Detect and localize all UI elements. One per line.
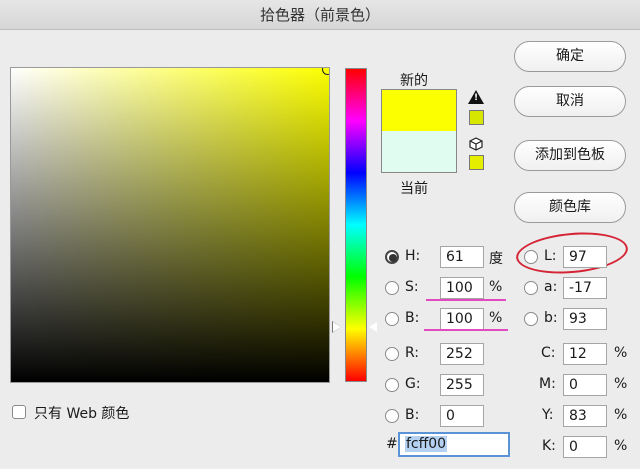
- hue-slider[interactable]: [345, 68, 367, 382]
- k-label: K:: [542, 438, 556, 454]
- g-radio[interactable]: [385, 378, 399, 392]
- lab-b-input[interactable]: 93: [563, 308, 607, 330]
- a-radio[interactable]: [524, 281, 538, 295]
- r-label: R:: [405, 345, 420, 361]
- g-input[interactable]: 255: [440, 374, 484, 396]
- hue-slider-handle-right[interactable]: [369, 322, 377, 332]
- l-input[interactable]: 97: [563, 246, 607, 268]
- annotation-underline-b: [424, 329, 508, 331]
- blue-label: B:: [405, 407, 420, 423]
- b-unit: %: [489, 310, 503, 326]
- cancel-button[interactable]: 取消: [514, 86, 626, 117]
- y-label: Y:: [542, 407, 554, 423]
- annotation-underline-s: [426, 299, 506, 301]
- saturation-brightness-canvas[interactable]: [11, 68, 329, 382]
- lab-b-radio[interactable]: [524, 312, 538, 326]
- color-field-cursor[interactable]: [322, 68, 329, 75]
- h-label: H:: [405, 248, 421, 264]
- current-color-label: 当前: [400, 181, 428, 197]
- k-input[interactable]: 0: [563, 436, 607, 458]
- b-label: B:: [405, 310, 420, 326]
- s-unit: %: [489, 279, 503, 295]
- window-title: 拾色器（前景色）: [0, 0, 640, 30]
- new-color-swatch: [381, 89, 457, 131]
- b-radio[interactable]: [385, 312, 399, 326]
- k-unit: %: [614, 438, 628, 454]
- y-input[interactable]: 83: [563, 405, 607, 427]
- blue-input[interactable]: 0: [440, 405, 484, 427]
- a-label: a:: [544, 279, 558, 295]
- r-input[interactable]: 252: [440, 343, 484, 365]
- lab-b-label: b:: [544, 310, 558, 326]
- blue-radio[interactable]: [385, 409, 399, 423]
- color-field[interactable]: [10, 67, 330, 383]
- new-color-label: 新的: [400, 73, 428, 89]
- hex-label: #: [386, 436, 398, 452]
- add-to-swatches-button[interactable]: 添加到色板: [514, 140, 626, 171]
- s-input[interactable]: 100: [440, 277, 484, 299]
- m-unit: %: [614, 376, 628, 392]
- color-libraries-button[interactable]: 颜色库: [514, 192, 626, 223]
- h-input[interactable]: 61: [440, 246, 484, 268]
- web-safe-swatch[interactable]: [469, 155, 484, 170]
- hex-input[interactable]: fcff00: [398, 432, 510, 457]
- c-unit: %: [614, 345, 628, 361]
- y-unit: %: [614, 407, 628, 423]
- c-label: C:: [541, 345, 556, 361]
- b-input[interactable]: 100: [440, 308, 484, 330]
- web-colors-only-checkbox[interactable]: [12, 405, 26, 419]
- l-radio[interactable]: [524, 250, 538, 264]
- warning-triangle-icon[interactable]: !: [468, 90, 484, 104]
- gamut-swatch[interactable]: [469, 110, 484, 125]
- s-label: S:: [405, 279, 419, 295]
- ok-button[interactable]: 确定: [514, 41, 626, 72]
- g-label: G:: [405, 376, 421, 392]
- m-label: M:: [539, 376, 556, 392]
- c-input[interactable]: 12: [563, 343, 607, 365]
- current-color-swatch[interactable]: [381, 131, 457, 173]
- l-label: L:: [544, 248, 557, 264]
- h-radio[interactable]: [385, 250, 399, 264]
- hue-slider-handle-left[interactable]: [332, 321, 341, 333]
- s-radio[interactable]: [385, 281, 399, 295]
- h-unit: 度: [489, 251, 503, 267]
- a-input[interactable]: -17: [563, 277, 607, 299]
- cube-icon[interactable]: [469, 137, 483, 151]
- m-input[interactable]: 0: [563, 374, 607, 396]
- hex-value: fcff00: [405, 436, 448, 452]
- r-radio[interactable]: [385, 347, 399, 361]
- web-colors-only-label: 只有 Web 颜色: [34, 406, 130, 422]
